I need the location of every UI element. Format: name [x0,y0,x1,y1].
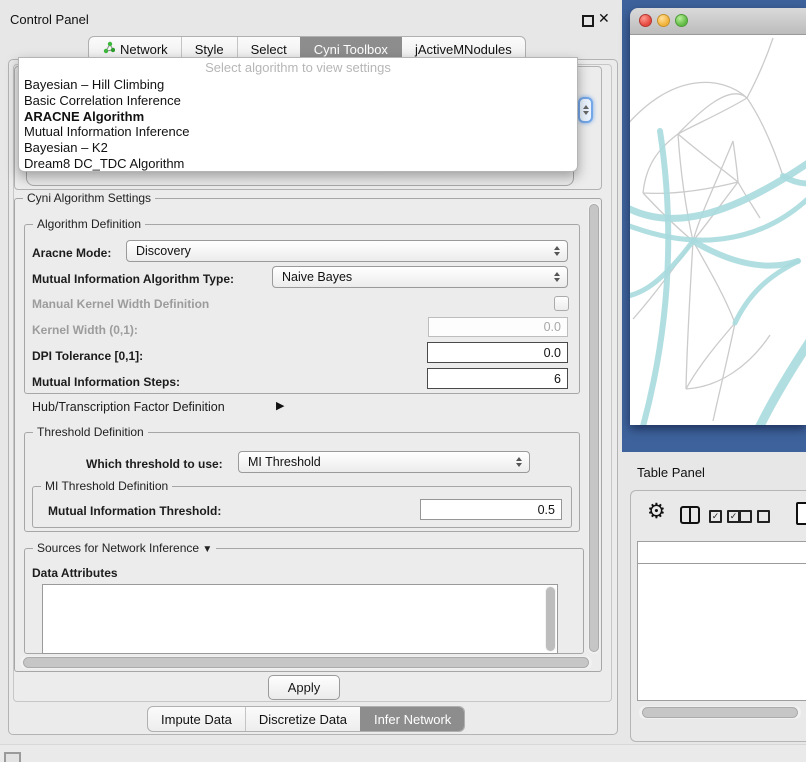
threshold-title: Threshold Definition [33,425,148,439]
mi-steps-field[interactable] [427,368,568,389]
float-panel-icon[interactable] [582,15,594,27]
tab-label: Impute Data [161,712,232,727]
mi-type-select[interactable]: Naive Bayes [272,266,568,288]
dpi-tolerance-field[interactable] [427,342,568,363]
kernel-width-field[interactable] [428,317,568,337]
algorithm-dropdown: Select algorithm to view settings Bayesi… [18,57,578,172]
gear-icon[interactable]: ⚙ [647,499,666,524]
spinner-arrows-icon [550,246,564,256]
menu-item-bayesian-hill-climbing[interactable]: Bayesian – Hill Climbing [19,77,577,93]
close-window-icon[interactable] [639,14,652,27]
tab-label: Infer Network [374,712,451,727]
attributes-list [42,584,558,654]
bottom-strip [0,744,806,762]
table-panel: ⚙ ✓✓ [630,490,806,742]
apply-button[interactable]: Apply [268,675,340,700]
mi-threshold-label: Mutual Information Threshold: [48,504,221,518]
menu-item-aracne-algorithm[interactable]: ARACNE Algorithm [19,109,577,125]
expand-right-icon[interactable]: ▶ [276,399,284,412]
tab-discretize-data[interactable]: Discretize Data [245,707,360,731]
settings-vertical-scrollbar[interactable] [588,202,600,654]
dropdown-placeholder: Select algorithm to view settings [19,59,577,77]
menu-item-mutual-information-inference[interactable]: Mutual Information Inference [19,124,577,140]
network-window [630,8,806,425]
attributes-scrollbar[interactable] [545,586,556,652]
menu-item-basic-correlation-inference[interactable]: Basic Correlation Inference [19,93,577,109]
table-header-row [638,542,806,564]
screen: Control Panel ✕ Network Style Select Cyni T… [0,0,806,762]
zoom-window-icon[interactable] [675,14,688,27]
collapse-down-icon[interactable]: ▼ [202,544,212,555]
bottom-tabs: Impute Data Discretize Data Infer Network [147,706,465,732]
mi-type-value: Naive Bayes [273,270,550,284]
tab-label: Discretize Data [259,712,347,727]
tab-label: Style [195,42,224,57]
hub-section-label: Hub/Transcription Factor Definition [32,400,225,414]
which-threshold-label: Which threshold to use: [86,457,223,471]
menu-item-dream8-dc-tdc-algorithm[interactable]: Dream8 DC_TDC Algorithm [19,156,577,172]
network-edges [630,38,806,425]
mi-threshold-field[interactable] [420,499,562,520]
control-panel-title: Control Panel [10,12,89,27]
network-icon [102,41,115,57]
new-table-icon[interactable] [796,502,806,525]
table-panel-title: Table Panel [637,465,705,480]
select-all-columns-icon[interactable]: ✓✓ [709,510,740,523]
mi-type-label: Mutual Information Algorithm Type: [32,272,234,286]
aracne-mode-select[interactable]: Discovery [126,240,568,262]
mi-threshold-title: MI Threshold Definition [41,479,172,493]
tab-label: Select [251,42,287,57]
table-horizontal-scrollbar[interactable] [639,706,801,719]
tab-impute-data[interactable]: Impute Data [148,707,245,731]
sources-title: Sources for Network Inference [37,541,199,555]
which-threshold-select[interactable]: MI Threshold [238,451,530,473]
aracne-mode-label: Aracne Mode: [32,246,111,260]
mi-steps-label: Mutual Information Steps: [32,375,180,389]
cyni-settings-title: Cyni Algorithm Settings [23,191,155,205]
kernel-width-label: Kernel Width (0,1): [32,323,138,337]
network-frame [622,0,806,452]
tab-label: Cyni Toolbox [314,42,388,57]
tab-label: jActiveMNodules [415,42,512,57]
algorithm-definition-title: Algorithm Definition [33,217,145,231]
panel-grip-icon[interactable] [4,752,21,762]
tab-infer-network[interactable]: Infer Network [360,707,464,731]
aracne-mode-value: Discovery [127,244,550,258]
deselect-all-columns-icon[interactable] [739,510,770,523]
manual-kernel-label: Manual Kernel Width Definition [32,297,209,311]
node-table [637,541,806,701]
columns-view-icon[interactable] [680,506,700,524]
close-panel-icon[interactable]: ✕ [598,10,610,27]
manual-kernel-checkbox[interactable] [554,296,569,311]
spinner-arrows-icon [550,272,564,282]
network-titlebar[interactable] [630,8,806,35]
which-threshold-value: MI Threshold [239,455,512,469]
settings-horizontal-scrollbar[interactable] [20,656,592,669]
data-attributes-label: Data Attributes [32,566,118,580]
dpi-tolerance-label: DPI Tolerance [0,1]: [32,349,143,363]
network-canvas[interactable] [630,35,806,425]
spinner-arrows-icon [512,457,526,467]
tab-label: Network [120,42,168,57]
algorithm-menu-list: Bayesian – Hill ClimbingBasic Correlatio… [19,77,577,172]
menu-item-bayesian-k2[interactable]: Bayesian – K2 [19,140,577,156]
focused-spinner-icon[interactable] [578,97,593,123]
minimize-window-icon[interactable] [657,14,670,27]
